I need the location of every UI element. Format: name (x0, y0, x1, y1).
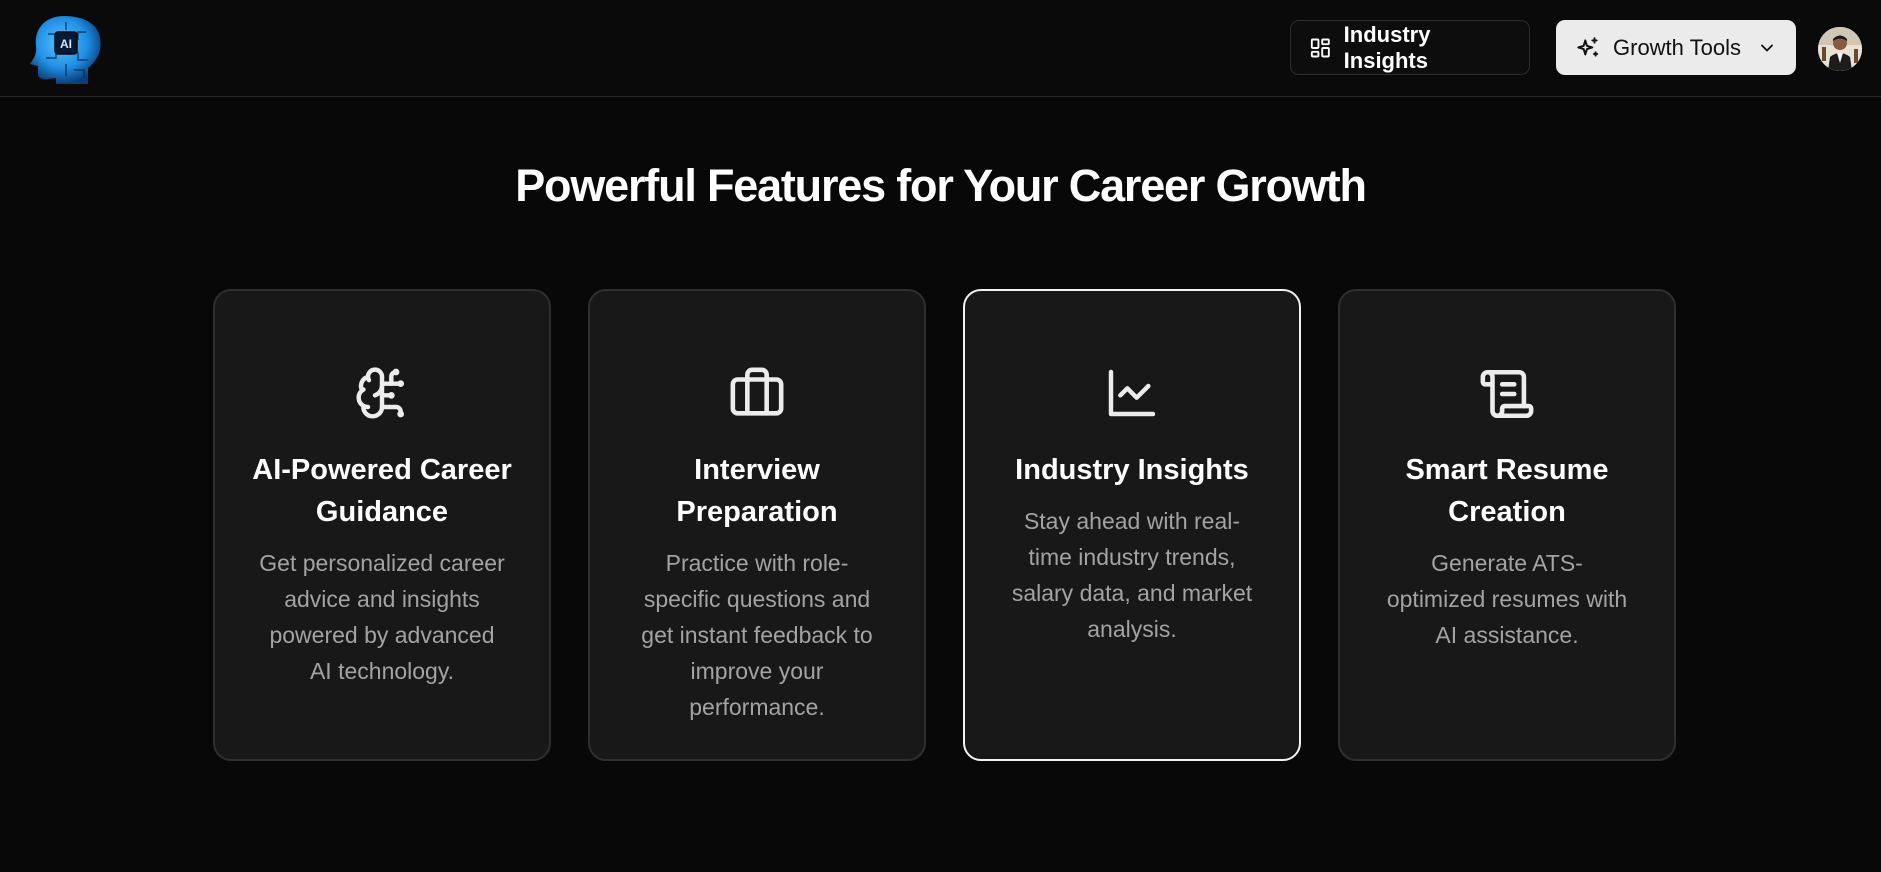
brain-circuit-icon (356, 367, 405, 419)
feature-card-career-guidance[interactable]: AI-Powered Career Guidance Get personali… (213, 289, 551, 761)
feature-description: Practice with role-specific questions an… (641, 550, 873, 720)
sparkles-icon (1577, 36, 1599, 57)
logo[interactable]: AI (26, 12, 106, 84)
ai-head-logo-icon: AI (30, 16, 101, 84)
feature-description: Generate ATS-optimized resumes with AI a… (1386, 550, 1628, 648)
feature-card-interview-preparation[interactable]: Interview Preparation Practice with role… (588, 289, 926, 761)
feature-title: Industry Insights (1015, 454, 1249, 486)
scroll-text-icon (1480, 369, 1534, 419)
layout-dashboard-icon (1310, 38, 1330, 57)
feature-title: Smart Resume Creation (1405, 454, 1609, 528)
industry-insights-label: Industry Insights (1343, 21, 1431, 73)
chevron-down-icon (1761, 44, 1773, 51)
feature-card-industry-insights[interactable]: Industry Insights Stay ahead with real-t… (963, 289, 1301, 761)
growth-tools-label: Growth Tools (1613, 34, 1741, 60)
industry-insights-button[interactable]: Industry Insights (1290, 20, 1530, 75)
line-chart-icon (1108, 369, 1156, 417)
growth-tools-dropdown-button[interactable]: Growth Tools (1556, 20, 1796, 75)
top-navbar: AI Industry Insights Growth Tools (0, 0, 1881, 97)
user-avatar[interactable] (1818, 27, 1862, 71)
feature-title: Interview Preparation (676, 454, 838, 528)
feature-title: AI-Powered Career Guidance (252, 454, 512, 528)
user-photo-icon (1818, 27, 1862, 71)
feature-description: Stay ahead with real-time industry trend… (1011, 508, 1253, 642)
feature-card-smart-resume[interactable]: Smart Resume Creation Generate ATS-optim… (1338, 289, 1676, 761)
feature-description: Get personalized career advice and insig… (259, 550, 505, 684)
features-heading: Powerful Features for Your Career Growth (515, 160, 1367, 211)
logo-text: AI (60, 37, 72, 51)
briefcase-icon (730, 367, 784, 416)
